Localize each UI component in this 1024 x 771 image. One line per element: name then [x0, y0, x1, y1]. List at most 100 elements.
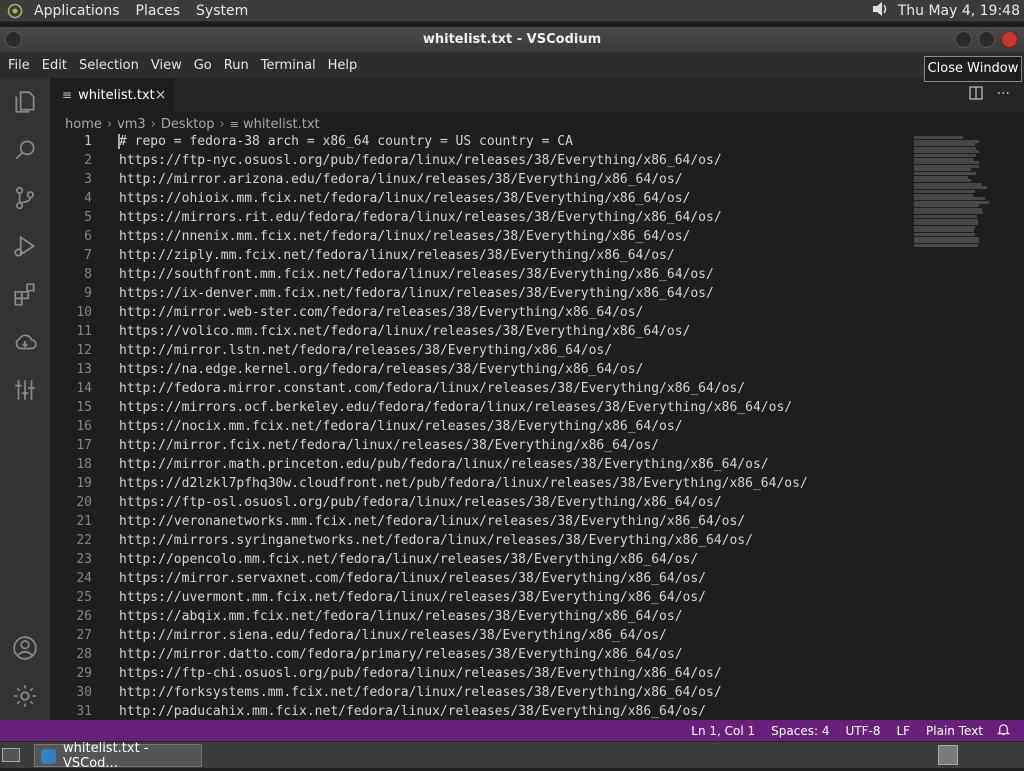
- tab-whitelist[interactable]: ≡ whitelist.txt ×: [50, 78, 174, 112]
- line-text[interactable]: http://veronanetworks.mm.fcix.net/fedora…: [119, 512, 745, 531]
- code-line[interactable]: 12 http://mirror.lstn.net/fedora/releases…: [50, 341, 910, 360]
- taskbar-item-vscodium[interactable]: whitelist.txt - VSCod...: [34, 741, 202, 771]
- code-line[interactable]: 3 http://mirror.arizona.edu/fedora/linux/…: [50, 170, 910, 189]
- breadcrumb-file[interactable]: whitelist.txt: [243, 117, 320, 132]
- code-line[interactable]: 7 http://ziply.mm.fcix.net/fedora/linux/r…: [50, 246, 910, 265]
- code-line[interactable]: 26 https://abqix.mm.fcix.net/fedora/linux…: [50, 607, 910, 626]
- breadcrumb-home[interactable]: home: [65, 117, 102, 132]
- window-menu-button[interactable]: [5, 31, 22, 48]
- line-text[interactable]: http://ziply.mm.fcix.net/fedora/linux/re…: [119, 246, 675, 265]
- line-text[interactable]: https://ftp-chi.osuosl.org/pub/fedora/li…: [119, 664, 722, 683]
- line-text[interactable]: http://mirror.fcix.net/fedora/linux/rele…: [119, 436, 659, 455]
- maximize-button[interactable]: [978, 31, 995, 48]
- code-line[interactable]: 9 https://ix-denver.mm.fcix.net/fedora/li…: [50, 284, 910, 303]
- code-line[interactable]: 5 https://mirrors.rit.edu/fedora/fedora/l…: [50, 208, 910, 227]
- line-text[interactable]: https://ix-denver.mm.fcix.net/fedora/lin…: [119, 284, 714, 303]
- menu-edit[interactable]: Edit: [36, 58, 73, 73]
- line-text[interactable]: https://ohioix.mm.fcix.net/fedora/linux/…: [119, 189, 690, 208]
- menu-selection[interactable]: Selection: [73, 58, 145, 73]
- tab-close-icon[interactable]: ×: [155, 87, 167, 103]
- breadcrumb-vm3[interactable]: vm3: [117, 117, 146, 132]
- code-line[interactable]: 2 https://ftp-nyc.osuosl.org/pub/fedora/l…: [50, 151, 910, 170]
- line-text[interactable]: https://ftp-nyc.osuosl.org/pub/fedora/li…: [119, 151, 722, 170]
- line-text[interactable]: http://mirror.datto.com/fedora/primary/r…: [119, 645, 683, 664]
- code-editor[interactable]: 1 # repo = fedora-38 arch = x86_64 countr…: [50, 132, 910, 720]
- extensions-icon[interactable]: [11, 280, 39, 308]
- code-line[interactable]: 19 https://d2lzkl7pfhq30w.cloudfront.net/…: [50, 474, 910, 493]
- breadcrumb-desktop[interactable]: Desktop: [161, 117, 215, 132]
- settings-sliders-icon[interactable]: [11, 376, 39, 404]
- code-line[interactable]: 22 http://mirrors.syringanetworks.net/fed…: [50, 531, 910, 550]
- minimap[interactable]: [914, 136, 994, 248]
- line-text[interactable]: http://mirror.lstn.net/fedora/releases/3…: [119, 341, 612, 360]
- line-text[interactable]: http://paducahix.mm.fcix.net/fedora/linu…: [119, 702, 706, 720]
- line-text[interactable]: https://mirrors.ocf.berkeley.edu/fedora/…: [119, 398, 792, 417]
- code-line[interactable]: 4 https://ohioix.mm.fcix.net/fedora/linux…: [50, 189, 910, 208]
- source-control-icon[interactable]: [11, 184, 39, 212]
- code-line[interactable]: 10 http://mirror.web-ster.com/fedora/rele…: [50, 303, 910, 322]
- line-text[interactable]: https://na.edge.kernel.org/fedora/releas…: [119, 360, 643, 379]
- menu-file[interactable]: File: [0, 58, 36, 73]
- account-icon[interactable]: [11, 634, 39, 662]
- system-menu[interactable]: System: [188, 0, 256, 22]
- remote-icon[interactable]: [11, 328, 39, 356]
- menu-run[interactable]: Run: [218, 58, 255, 73]
- cursor-position[interactable]: Ln 1, Col 1: [683, 724, 763, 738]
- show-desktop-icon[interactable]: [2, 748, 20, 762]
- code-line[interactable]: 14 http://fedora.mirror.constant.com/fedo…: [50, 379, 910, 398]
- clock[interactable]: Thu May 4, 19:48: [890, 3, 1020, 19]
- line-text[interactable]: http://southfront.mm.fcix.net/fedora/lin…: [119, 265, 714, 284]
- code-line[interactable]: 11 https://volico.mm.fcix.net/fedora/linu…: [50, 322, 910, 341]
- window-titlebar[interactable]: whitelist.txt - VSCodium: [0, 27, 1024, 52]
- line-text[interactable]: http://opencolo.mm.fcix.net/fedora/linux…: [119, 550, 698, 569]
- code-line[interactable]: 15 https://mirrors.ocf.berkeley.edu/fedor…: [50, 398, 910, 417]
- volume-icon[interactable]: [870, 0, 890, 22]
- code-line[interactable]: 8 http://southfront.mm.fcix.net/fedora/li…: [50, 265, 910, 284]
- search-icon[interactable]: [11, 136, 39, 164]
- workspace-switcher-icon[interactable]: [938, 745, 958, 765]
- line-text[interactable]: http://mirror.arizona.edu/fedora/linux/r…: [119, 170, 683, 189]
- code-line[interactable]: 30 http://forksystems.mm.fcix.net/fedora/…: [50, 683, 910, 702]
- explorer-icon[interactable]: [11, 88, 39, 116]
- code-line[interactable]: 13 https://na.edge.kernel.org/fedora/rele…: [50, 360, 910, 379]
- line-text[interactable]: https://ftp-osl.osuosl.org/pub/fedora/li…: [119, 493, 722, 512]
- code-line[interactable]: 20 https://ftp-osl.osuosl.org/pub/fedora/…: [50, 493, 910, 512]
- line-text[interactable]: https://nnenix.mm.fcix.net/fedora/linux/…: [119, 227, 690, 246]
- line-text[interactable]: https://nocix.mm.fcix.net/fedora/linux/r…: [119, 417, 683, 436]
- code-line[interactable]: 16 https://nocix.mm.fcix.net/fedora/linux…: [50, 417, 910, 436]
- places-menu[interactable]: Places: [128, 0, 189, 22]
- end-of-line[interactable]: LF: [888, 724, 918, 738]
- line-text[interactable]: https://d2lzkl7pfhq30w.cloudfront.net/pu…: [119, 474, 808, 493]
- menu-help[interactable]: Help: [322, 58, 364, 73]
- code-line[interactable]: 27 http://mirror.siena.edu/fedora/linux/r…: [50, 626, 910, 645]
- line-text[interactable]: https://abqix.mm.fcix.net/fedora/linux/r…: [119, 607, 683, 626]
- code-line[interactable]: 21 http://veronanetworks.mm.fcix.net/fedo…: [50, 512, 910, 531]
- manage-gear-icon[interactable]: [11, 682, 39, 710]
- code-line[interactable]: 18 http://mirror.math.princeton.edu/pub/f…: [50, 455, 910, 474]
- line-text[interactable]: http://mirror.web-ster.com/fedora/releas…: [119, 303, 643, 322]
- menu-view[interactable]: View: [145, 58, 188, 73]
- more-actions-icon[interactable]: ···: [997, 86, 1010, 104]
- code-line[interactable]: 28 http://mirror.datto.com/fedora/primary…: [50, 645, 910, 664]
- close-window-button[interactable]: [1001, 31, 1018, 48]
- indentation[interactable]: Spaces: 4: [763, 724, 837, 738]
- code-line[interactable]: 29 https://ftp-chi.osuosl.org/pub/fedora/…: [50, 664, 910, 683]
- line-text[interactable]: https://mirror.servaxnet.com/fedora/linu…: [119, 569, 706, 588]
- encoding[interactable]: UTF-8: [837, 724, 888, 738]
- line-text[interactable]: http://fedora.mirror.constant.com/fedora…: [119, 379, 745, 398]
- line-text[interactable]: https://volico.mm.fcix.net/fedora/linux/…: [119, 322, 690, 341]
- run-debug-icon[interactable]: [11, 232, 39, 260]
- language-mode[interactable]: Plain Text: [918, 724, 991, 738]
- line-text[interactable]: # repo = fedora-38 arch = x86_64 country…: [119, 132, 573, 151]
- minimize-button[interactable]: [955, 31, 972, 48]
- line-text[interactable]: http://mirrors.syringanetworks.net/fedor…: [119, 531, 753, 550]
- code-line[interactable]: 24 https://mirror.servaxnet.com/fedora/li…: [50, 569, 910, 588]
- split-editor-icon[interactable]: [969, 86, 983, 104]
- line-text[interactable]: https://mirrors.rit.edu/fedora/fedora/li…: [119, 208, 722, 227]
- code-line[interactable]: 23 http://opencolo.mm.fcix.net/fedora/lin…: [50, 550, 910, 569]
- code-line[interactable]: 6 https://nnenix.mm.fcix.net/fedora/linux…: [50, 227, 910, 246]
- menu-terminal[interactable]: Terminal: [255, 58, 322, 73]
- line-text[interactable]: https://uvermont.mm.fcix.net/fedora/linu…: [119, 588, 706, 607]
- menu-go[interactable]: Go: [188, 58, 218, 73]
- line-text[interactable]: http://forksystems.mm.fcix.net/fedora/li…: [119, 683, 722, 702]
